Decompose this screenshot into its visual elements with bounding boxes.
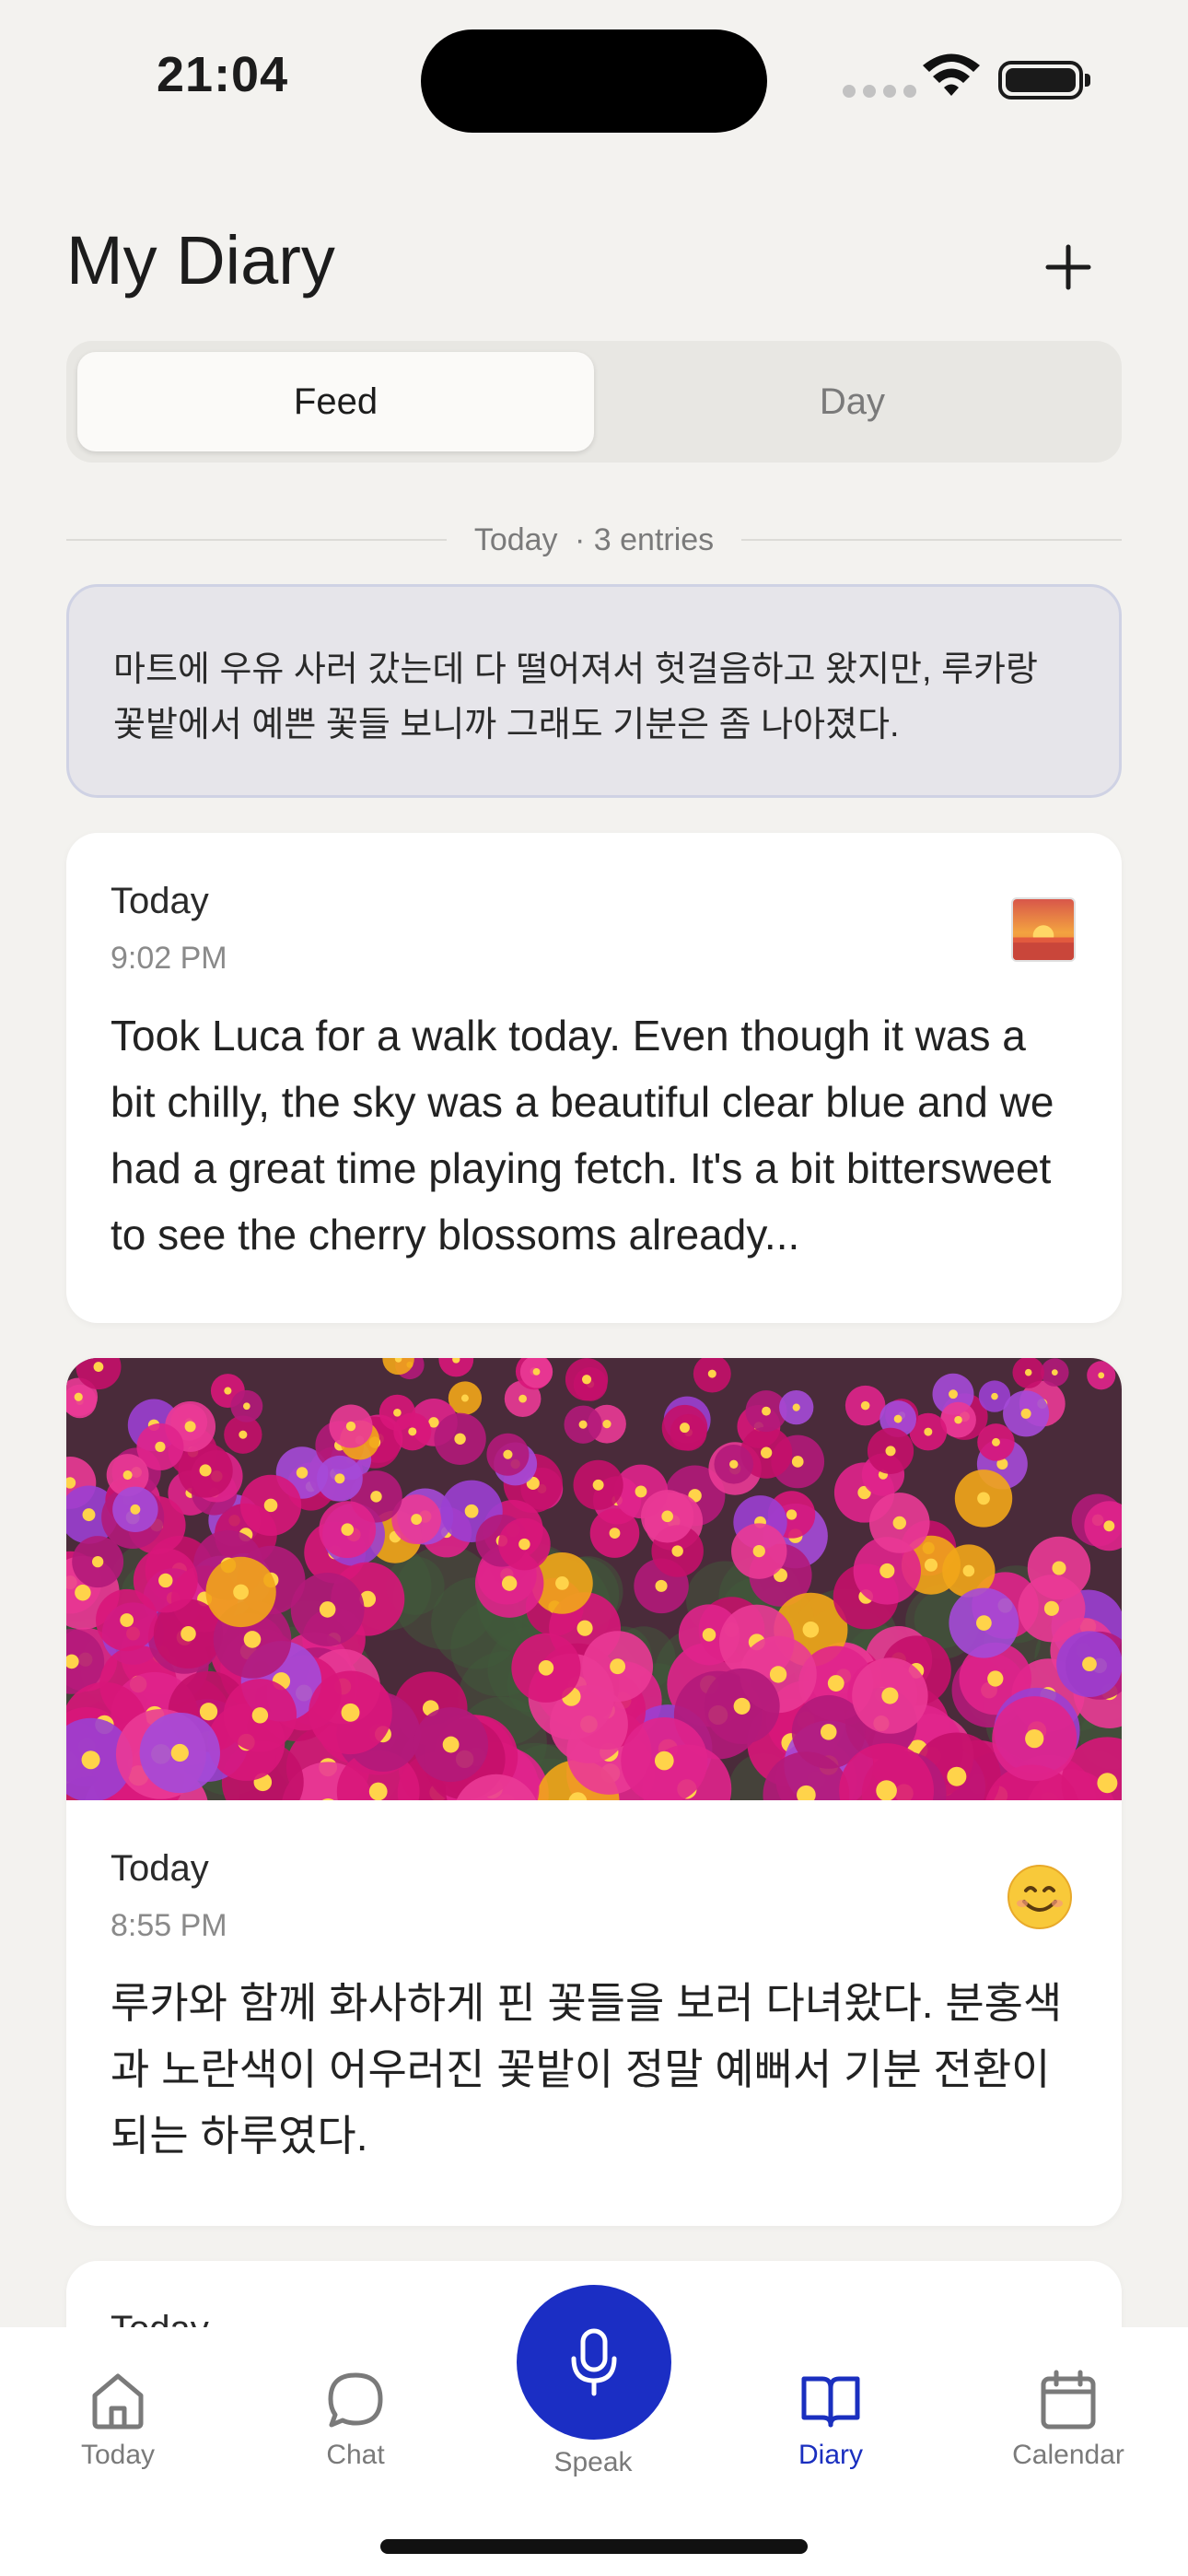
tab-day[interactable]: Day	[594, 352, 1111, 451]
flower-field-photo	[66, 1358, 1122, 1800]
entry-day: Today	[111, 881, 209, 921]
date-divider: Today · 3 entries	[66, 512, 1122, 568]
entry-time: 9:02 PM	[111, 941, 227, 976]
diary-entry-card[interactable]: Today 9:02 PM Took Luca for a walk today…	[66, 833, 1122, 1323]
entry-text: Took Luca for a walk today. Even though …	[111, 1012, 1054, 1259]
entry-day: Today	[111, 1848, 209, 1889]
plus-icon	[1045, 244, 1091, 290]
calendar-icon	[1041, 2370, 1096, 2430]
nav-diary-label: Diary	[798, 2440, 863, 2470]
nav-chat-label: Chat	[326, 2440, 385, 2470]
nav-calendar-label: Calendar	[1012, 2440, 1124, 2470]
entry-time: 8:55 PM	[111, 1908, 227, 1943]
diary-entry-card[interactable]: Today 8:55 PM 루카와 함께 화사하게 핀 꽃들을 보러 다녀왔다.…	[66, 1358, 1122, 2226]
summary-text: 마트에 우유 사러 갔는데 다 떨어져서 헛걸음하고 왔지만, 루카랑 꽃밭에서…	[113, 650, 1038, 744]
page-title: My Diary	[66, 222, 335, 299]
wifi-icon	[923, 53, 980, 96]
tab-feed[interactable]: Feed	[77, 352, 594, 451]
divider-line	[741, 539, 1122, 541]
sunset-thumbnail-icon	[1011, 897, 1076, 962]
smile-mood-icon	[1007, 1865, 1072, 1929]
day-summary-card[interactable]: 마트에 우유 사러 갔는데 다 떨어져서 헛걸음하고 왔지만, 루카랑 꽃밭에서…	[66, 584, 1122, 798]
home-indicator	[380, 2539, 808, 2554]
nav-today[interactable]: Today	[26, 2368, 210, 2471]
nav-today-label: Today	[80, 2440, 156, 2470]
divider-line	[66, 539, 447, 541]
speak-button[interactable]	[517, 2285, 671, 2440]
nav-diary[interactable]: Diary	[739, 2368, 923, 2471]
nav-chat[interactable]: Chat	[263, 2368, 448, 2471]
microphone-icon	[571, 2328, 617, 2396]
entry-text: 루카와 함께 화사하게 핀 꽃들을 보러 다녀왔다. 분홍색과 노란색이 어우러…	[111, 1979, 1063, 2160]
battery-icon	[998, 61, 1090, 100]
chat-bubble-icon	[328, 2372, 383, 2428]
nav-speak-label: Speak	[553, 2447, 633, 2477]
home-icon	[92, 2373, 144, 2430]
cellular-signal-icon	[843, 85, 916, 98]
view-switcher: Feed Day	[66, 341, 1122, 463]
status-time: 21:04	[157, 47, 289, 102]
dynamic-island	[421, 29, 767, 133]
open-book-icon	[801, 2376, 860, 2428]
nav-calendar[interactable]: Calendar	[976, 2368, 1160, 2471]
entry-count: · 3 entries	[575, 521, 715, 557]
add-entry-button[interactable]	[1031, 230, 1105, 304]
date-divider-label: Today	[473, 521, 558, 557]
diary-screen: 21:04 My Diary Feed Day Today · 3 entrie…	[0, 0, 1188, 2576]
